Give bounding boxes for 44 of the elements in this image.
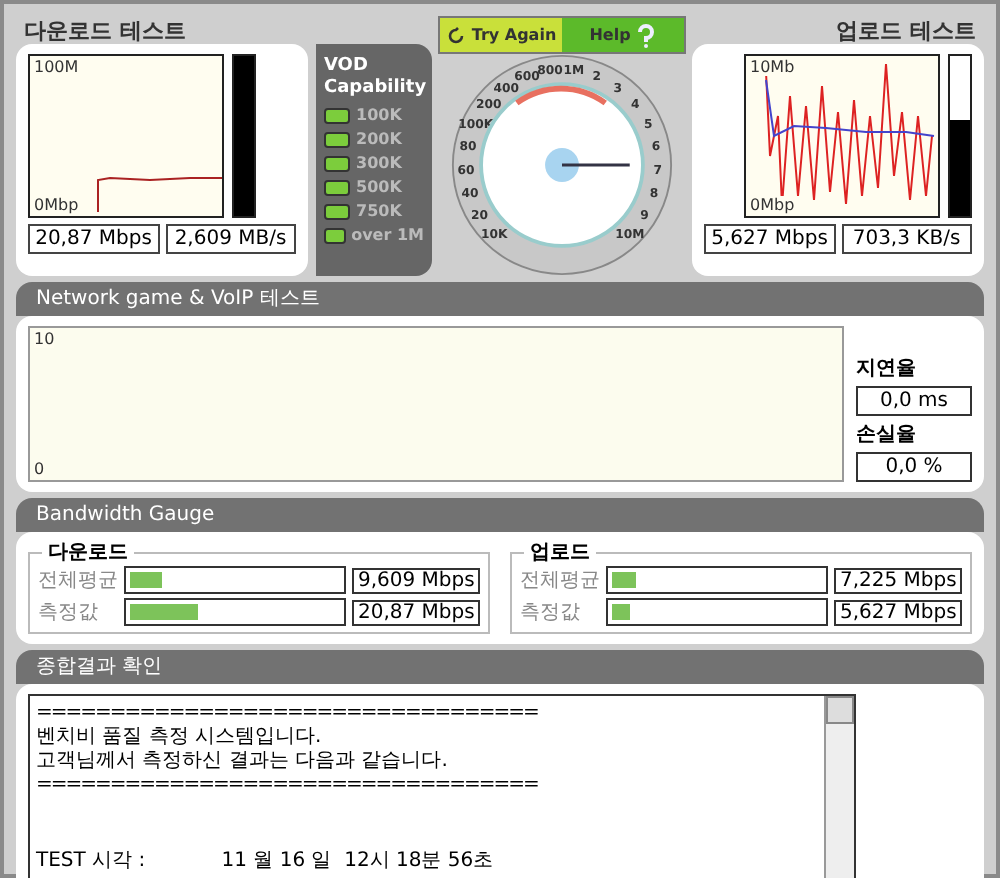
result-line: TEST 시각 : 11 월 16 일 12시 18분 56초 — [36, 850, 496, 874]
result-line: ================================== — [36, 774, 540, 798]
axis-label: 0 — [34, 460, 45, 478]
stat-value: 0,0 % — [856, 452, 972, 482]
help-button[interactable]: Help — [562, 18, 684, 52]
bandwidth-value: 9,609 Mbps — [352, 567, 480, 593]
axis-label: 100M — [34, 58, 79, 76]
stat-value: 0,0 ms — [856, 386, 972, 416]
row-label: 전체평균 — [520, 568, 600, 594]
group-title: 다운로드 — [42, 538, 134, 566]
speed-readout: 2,609 MB/s — [165, 224, 296, 254]
speed-readout: 5,627 Mbps — [704, 224, 835, 254]
result-line: ================================== — [36, 702, 540, 726]
result-text-area[interactable]: ================================== 벤치비 품질 측정 시스템입니다. 고객님께서 측정하신 결과는 다음과 같습니다. ================================== TEST 시각 : 11 월 16 일 12시 18분 56초 — [28, 694, 856, 878]
bandwidth-value: 5,627 Mbps — [834, 599, 962, 625]
section-header: 종합결과 확인 — [16, 650, 984, 684]
vod-label: 200K — [356, 130, 402, 148]
row-label: 측정값 — [520, 600, 582, 626]
axis-label: 10Mb — [750, 58, 795, 76]
group-title: 업로드 — [524, 538, 596, 566]
vod-label: 100K — [356, 106, 402, 124]
result-line: 고객님께서 측정하신 결과는 다음과 같습니다. — [36, 750, 450, 774]
row-label: 측정값 — [38, 600, 100, 626]
speed-readout: 20,87 Mbps — [28, 224, 159, 254]
panel-title: 다운로드 테스트 — [22, 16, 188, 44]
result-line: 벤치비 품질 측정 시스템입니다. — [36, 726, 324, 750]
panel-title: 업로드 테스트 — [834, 16, 978, 44]
row-label: 전체평균 — [38, 568, 118, 594]
speed-readout: 703,3 KB/s — [841, 224, 972, 254]
vod-label: 300K — [356, 154, 402, 172]
stat-label: 지연율 — [856, 356, 918, 382]
section-header: Network game & VoIP 테스트 — [16, 282, 984, 316]
bandwidth-value: 20,87 Mbps — [352, 599, 480, 625]
vod-label: over 1M — [351, 226, 424, 244]
section-header: Bandwidth Gauge — [16, 498, 984, 532]
stat-label: 손실율 — [856, 422, 918, 448]
try-again-button[interactable]: Try Again — [440, 18, 562, 52]
axis-label: 0Mbp — [750, 196, 795, 214]
bandwidth-value: 7,225 Mbps — [834, 567, 962, 593]
axis-label: 0Mbp — [34, 196, 79, 214]
axis-label: 10 — [34, 330, 55, 348]
vod-label: 750K — [356, 202, 402, 220]
vod-title: VOD Capability — [324, 56, 424, 100]
vod-label: 500K — [356, 178, 402, 196]
